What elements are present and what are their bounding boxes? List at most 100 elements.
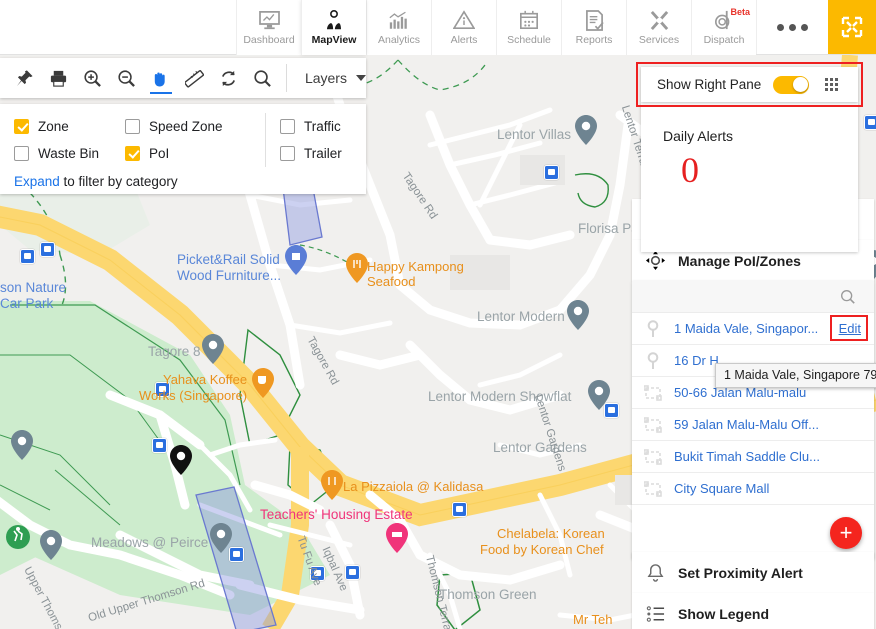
list-item[interactable]: City Square Mall [632,473,874,505]
bus-stop-icon[interactable] [345,565,360,580]
search-icon[interactable] [246,58,280,98]
nav-label: Alerts [450,34,478,46]
poi-pin-icon [632,351,674,370]
list-item[interactable]: Bukit Timah Saddle Clu... [632,441,874,473]
nav-item-services[interactable]: Services [626,0,691,55]
poi-checkbox[interactable] [125,146,140,161]
add-poi-zone-button[interactable]: + [830,517,862,549]
dot-icon [801,23,808,31]
list-item-label[interactable]: 1 Maida Vale, Singapor... [674,321,818,336]
nav-item-mapview[interactable]: MapView [301,0,366,55]
layer-label: Traffic [304,119,341,134]
trailer-checkbox[interactable] [280,146,295,161]
show-legend-button[interactable]: Show Legend [632,593,874,629]
layer-option-poi[interactable]: PoI [125,146,265,161]
mapview-pin-icon [323,9,345,31]
nav-item-reports[interactable]: Reports [561,0,626,55]
layers-dropdown-button[interactable]: Layers [291,58,366,98]
beta-badge: Beta [730,7,750,17]
more-options-button[interactable] [756,0,828,54]
list-item[interactable]: 59 Jalan Malu-Malu Off... [632,409,874,441]
list-item-label[interactable]: 59 Jalan Malu-Malu Off... [674,417,819,432]
bus-stop-icon[interactable] [229,547,244,562]
layer-option-zone[interactable]: Zone [0,119,125,134]
nav-item-alerts[interactable]: Alerts [431,0,496,55]
poi-pin-icon [632,319,674,338]
zone-checkbox[interactable] [14,119,29,134]
nav-label: Dashboard [243,34,295,46]
dot-icon [789,23,796,31]
list-item-label[interactable]: City Square Mall [674,481,769,496]
measure-ruler-icon[interactable] [178,58,212,98]
layer-option-waste-bin[interactable]: Waste Bin [0,146,125,161]
zoom-out-icon[interactable] [109,58,143,98]
nav-label: Reports [575,34,613,46]
layer-option-speed-zone[interactable]: Speed Zone [125,119,265,134]
grid-dots-icon[interactable] [823,76,841,94]
search-icon [841,289,855,304]
list-item[interactable]: 1 Maida Vale, Singapor... Edit [632,313,874,345]
bus-stop-icon[interactable] [310,566,325,581]
zoom-in-icon[interactable] [75,58,109,98]
show-right-pane-label: Show Right Pane [657,77,762,92]
layer-option-traffic[interactable]: Traffic [265,113,365,140]
nav-item-analytics[interactable]: Analytics [366,0,431,55]
nav-item-dispatch[interactable]: Beta Dispatch [691,0,756,55]
edit-link[interactable]: Edit [839,321,861,336]
toolbar-divider [286,64,287,92]
expand-suffix: to filter by category [59,174,178,189]
list-item-tooltip: 1 Maida Vale, Singapore 798676 [715,363,876,388]
layer-option-trailer[interactable]: Trailer [265,140,365,167]
layers-label: Layers [304,70,347,86]
expand-link[interactable]: Expand [14,174,60,189]
expand-filter-line: Expand to filter by category [0,167,366,189]
expand-fullscreen-icon [841,16,863,38]
nav-item-dashboard[interactable]: Dashboard [236,0,301,55]
tools-icon [649,9,670,31]
daily-alerts-title: Daily Alerts [663,128,734,144]
pan-hand-icon[interactable] [144,58,178,98]
refresh-icon[interactable] [212,58,246,98]
pin-icon[interactable] [7,58,41,98]
nav-label: Analytics [377,34,420,46]
bus-stop-icon[interactable] [20,249,35,264]
poi-zone-list-card: 1 Maida Vale, Singapor... Edit 16 Dr H..… [632,281,876,559]
print-icon[interactable] [41,58,75,98]
nav-label: Dispatch [703,34,745,46]
show-right-pane-toggle[interactable] [773,75,810,94]
bus-stop-icon[interactable] [152,438,167,453]
list-item-label[interactable]: Bukit Timah Saddle Clu... [674,449,820,464]
report-document-icon [585,9,604,31]
show-right-pane-bar[interactable]: Show Right Pane [641,67,858,102]
layers-row: Zone Speed Zone Traffic [0,113,366,140]
crosshair-move-icon [632,250,678,271]
set-proximity-alert-label: Set Proximity Alert [678,564,803,581]
expand-fullscreen-button[interactable] [828,0,876,54]
layers-panel: Zone Speed Zone Traffic Waste Bin PoI Tr… [0,104,366,194]
set-proximity-alert-button[interactable]: Set Proximity Alert [632,552,874,593]
calendar-icon [519,9,539,31]
bell-icon [632,563,678,583]
bus-stop-icon[interactable] [155,382,170,397]
speed-zone-checkbox[interactable] [125,119,140,134]
daily-alerts-card: Daily Alerts 0 [641,102,858,252]
nav-label: Services [638,34,680,46]
zone-polygon-icon [632,416,674,433]
waste-bin-checkbox[interactable] [14,146,29,161]
chevron-down-icon [355,75,366,81]
nav-item-schedule[interactable]: Schedule [496,0,561,55]
bus-stop-icon[interactable] [452,502,467,517]
manage-poi-zones-label: Manage PoI/Zones [678,252,801,269]
traffic-checkbox[interactable] [280,119,295,134]
bus-stop-icon[interactable] [864,115,876,130]
daily-alerts-count: 0 [681,150,699,190]
zone-polygon-icon [632,384,674,401]
layer-label: Waste Bin [38,146,100,161]
list-search-button[interactable] [632,281,874,313]
zone-polygon-icon [632,480,674,497]
bus-stop-icon[interactable] [40,242,55,257]
bus-stop-icon[interactable] [544,165,559,180]
analytics-bars-icon [388,9,410,31]
right-pane: Show Right Pane Daily Alerts 0 Manage Ro… [616,55,876,629]
legend-list-icon [632,605,678,623]
